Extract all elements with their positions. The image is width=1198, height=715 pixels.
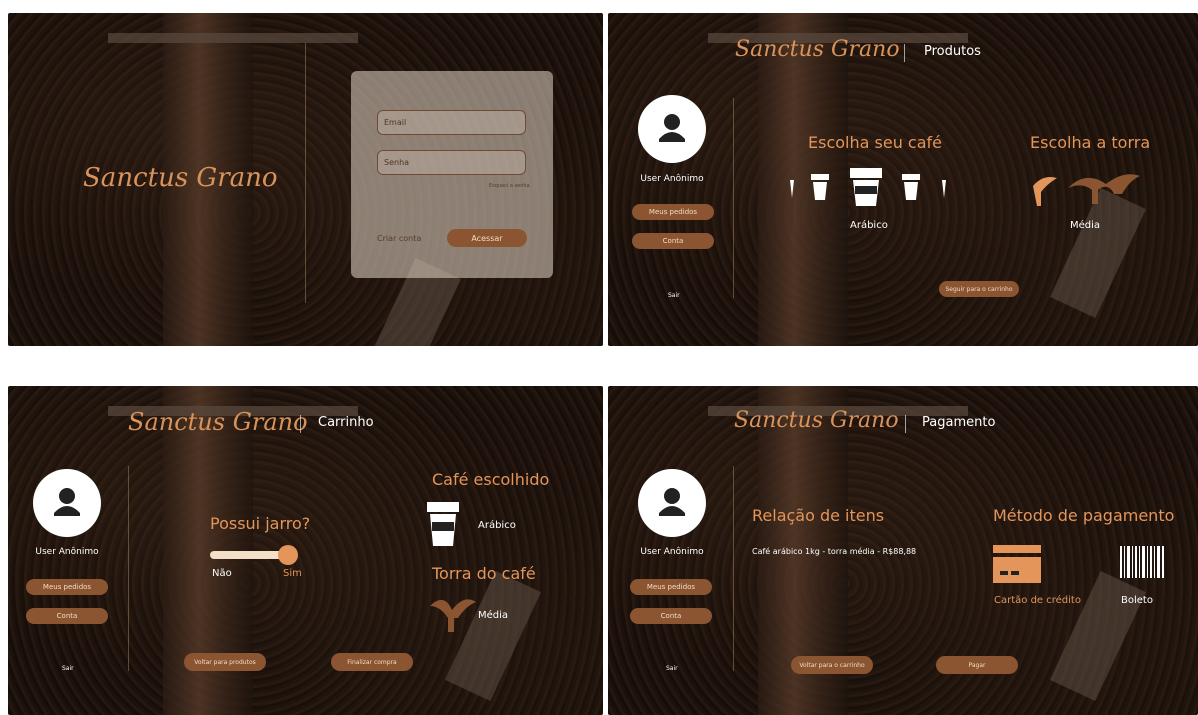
payment-screen: Sanctus Grano Pagamento User Anônimo Meu… — [608, 386, 1198, 715]
sidebar-divider — [733, 98, 734, 298]
choose-coffee-heading: Escolha seu café — [808, 133, 942, 152]
forgot-password-link[interactable]: Esqueci a senha — [489, 183, 530, 189]
page-title: Pagamento — [922, 415, 996, 430]
coffee-cup-icon — [427, 502, 459, 546]
roast-value: Média — [478, 610, 509, 621]
user-icon — [54, 488, 80, 516]
cup-icon-selected — [850, 168, 882, 206]
background-blade — [444, 571, 542, 701]
sidebar-divider — [128, 466, 129, 671]
products-screen: Sanctus Grano Produtos User Anônimo Meus… — [608, 13, 1198, 346]
title-separator — [300, 415, 301, 433]
payment-method-heading: Método de pagamento — [993, 506, 1175, 525]
barcode-icon[interactable] — [1118, 544, 1168, 580]
user-icon — [659, 114, 685, 142]
coffee-cup-carousel[interactable] — [786, 166, 956, 211]
access-button[interactable]: Acessar — [447, 229, 527, 247]
sidebar-divider — [733, 466, 734, 671]
user-name: User Anônimo — [640, 174, 704, 184]
roast-heading: Torra do café — [432, 564, 536, 583]
background-blade — [1049, 571, 1147, 701]
avatar — [33, 469, 101, 537]
user-name: User Anônimo — [640, 547, 704, 557]
selected-roast-label: Média — [1070, 220, 1101, 231]
chosen-coffee-value: Arábico — [478, 520, 516, 531]
title-separator — [905, 415, 906, 433]
credit-card-icon[interactable] — [992, 544, 1042, 584]
jar-yes-label: Sim — [283, 568, 302, 579]
page-title: Produtos — [924, 44, 981, 59]
jar-no-label: Não — [212, 568, 232, 579]
user-icon — [659, 488, 685, 516]
user-name: User Anônimo — [35, 547, 99, 557]
order-item: Café arábico 1kg - torra média - R$88,88 — [752, 547, 917, 556]
chosen-coffee-heading: Café escolhido — [432, 470, 550, 489]
roast-leaf-carousel[interactable] — [1028, 166, 1148, 211]
cup-icon — [902, 174, 920, 200]
leaf-icon — [430, 599, 476, 632]
cart-screen: Sanctus Grano Carrinho User Anônimo Meus… — [8, 386, 603, 715]
account-button[interactable]: Conta — [632, 233, 714, 249]
orders-button[interactable]: Meus pedidos — [26, 579, 108, 595]
title-separator — [904, 44, 905, 62]
orders-button[interactable]: Meus pedidos — [630, 579, 712, 595]
cup-icon — [811, 174, 829, 200]
credit-card-label[interactable]: Cartão de crédito — [994, 595, 1081, 606]
pay-button[interactable]: Pagar — [936, 656, 1018, 674]
orders-button[interactable]: Meus pedidos — [632, 204, 714, 220]
brand-logo: Sanctus Grano — [735, 37, 900, 62]
brand-logo: Sanctus Grano — [734, 408, 899, 433]
go-to-cart-button[interactable]: Seguir para o carrinho — [939, 281, 1019, 297]
logout-link[interactable]: Sair — [62, 665, 74, 672]
cup-icon — [942, 180, 946, 198]
avatar — [638, 469, 706, 537]
password-field[interactable]: Senha — [377, 150, 526, 175]
page-title: Carrinho — [318, 415, 374, 430]
jar-question: Possui jarro? — [210, 514, 311, 533]
selected-coffee-label: Arábico — [850, 220, 888, 231]
background-rod — [108, 33, 358, 43]
finish-purchase-button[interactable]: Finalizar compra — [331, 653, 413, 671]
items-heading: Relação de itens — [752, 506, 885, 525]
leaf-icon-selected — [1068, 174, 1140, 204]
logout-link[interactable]: Sair — [668, 292, 680, 299]
leaf-icon — [1033, 177, 1057, 206]
email-field[interactable]: Email — [377, 110, 526, 135]
create-account-link[interactable]: Criar conta — [377, 234, 421, 243]
choose-roast-heading: Escolha a torra — [1030, 133, 1151, 152]
back-to-cart-button[interactable]: Voltar para o carrinho — [791, 656, 873, 674]
brand-logo: Sanctus Grano — [128, 408, 308, 436]
boleto-label[interactable]: Boleto — [1121, 595, 1153, 606]
account-button[interactable]: Conta — [26, 608, 108, 624]
brand-logo: Sanctus Grano — [83, 163, 278, 193]
cup-icon — [790, 180, 794, 198]
divider — [305, 43, 306, 303]
back-to-products-button[interactable]: Voltar para produtos — [184, 653, 266, 671]
jar-toggle-knob[interactable] — [278, 545, 298, 565]
avatar — [638, 95, 706, 163]
logout-link[interactable]: Sair — [666, 665, 678, 672]
login-screen: Sanctus Grano Email Senha Esqueci a senh… — [8, 13, 603, 346]
account-button[interactable]: Conta — [630, 608, 712, 624]
